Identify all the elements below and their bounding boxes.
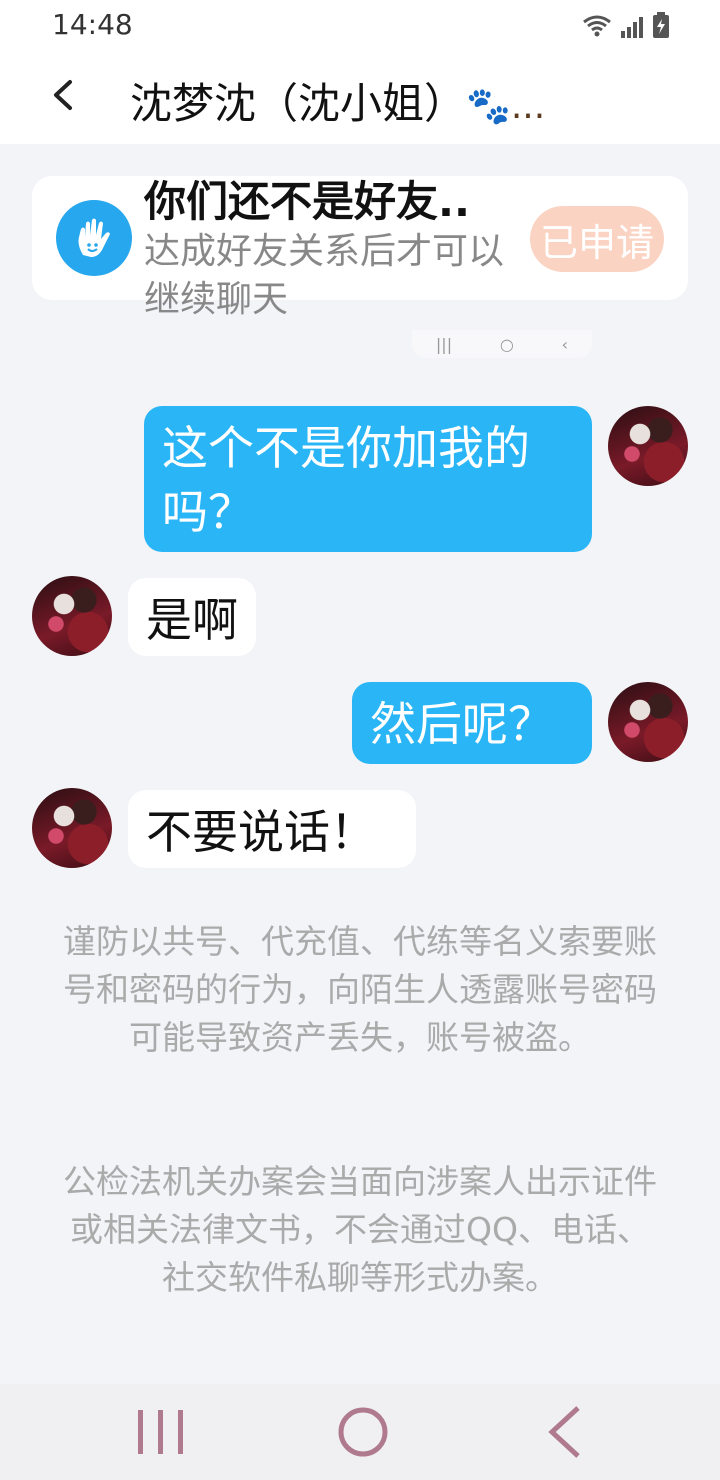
battery-icon xyxy=(653,12,669,38)
hand-wave-icon xyxy=(56,200,132,276)
friend-card-subtitle: 达成好友关系后才可以继续聊天 xyxy=(144,231,505,320)
signal-icon xyxy=(621,17,643,38)
applied-button[interactable]: 已申请 xyxy=(530,206,664,272)
back-nav-icon[interactable] xyxy=(530,1404,600,1460)
status-bar: 14:48 xyxy=(0,0,720,50)
security-notice: 谨防以共号、代充值、代练等名义索要账号和密码的行为，向陌生人透露账号密码可能导致… xyxy=(63,922,657,1057)
ghost-nav-overlay: ||| ○ ‹ xyxy=(412,330,592,358)
chat-title[interactable]: 沈梦沈（沈小姐）🐾... xyxy=(130,70,630,131)
chat-header: 沈梦沈（沈小姐）🐾... xyxy=(0,50,720,144)
status-time: 14:48 xyxy=(52,8,133,41)
recent-apps-icon[interactable] xyxy=(126,1404,196,1460)
contact-avatar[interactable] xyxy=(32,788,112,868)
message-bubble-outgoing[interactable]: 然后呢？ xyxy=(352,682,592,764)
message-bubble-outgoing[interactable]: 这个不是你加我的吗？ xyxy=(144,406,592,552)
wifi-icon xyxy=(583,15,611,37)
not-friend-card: 你们还不是好友.. 达成好友关系后才可以继续聊天 已申请 xyxy=(32,176,688,320)
message-bubble-incoming[interactable]: 是啊 xyxy=(128,578,256,656)
chevron-left-icon[interactable] xyxy=(40,70,90,120)
security-notice: 公检法机关办案会当面向涉案人出示证件或相关法律文书，不会通过QQ、电话、社交软件… xyxy=(63,1162,657,1297)
ghost-recent-icon: ||| xyxy=(435,334,453,354)
contact-avatar[interactable] xyxy=(32,576,112,656)
chat-title-name: 沈梦沈（沈小姐） xyxy=(130,79,467,128)
system-nav-bar xyxy=(0,1384,720,1480)
my-avatar[interactable] xyxy=(608,406,688,486)
ghost-back-icon: ‹ xyxy=(561,334,569,354)
status-icons xyxy=(582,12,670,38)
my-avatar[interactable] xyxy=(608,682,688,762)
friend-card-title: 你们还不是好友.. xyxy=(144,177,470,226)
ghost-home-icon: ○ xyxy=(499,334,514,354)
home-icon[interactable] xyxy=(328,1404,398,1460)
message-bubble-incoming[interactable]: 不要说话！ xyxy=(128,790,416,868)
title-suffix: 🐾... xyxy=(466,86,546,127)
